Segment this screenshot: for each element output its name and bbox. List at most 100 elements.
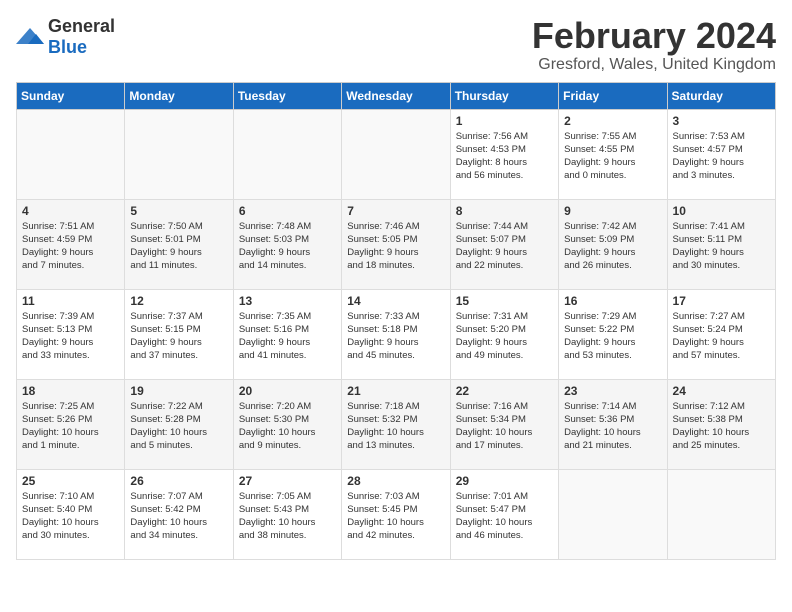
calendar-cell: 6 Sunrise: 7:48 AM Sunset: 5:03 PM Daylig…: [233, 199, 341, 289]
day-info: Sunrise: 7:10 AM Sunset: 5:40 PM Dayligh…: [22, 490, 119, 543]
day-info: Sunrise: 7:46 AM Sunset: 5:05 PM Dayligh…: [347, 220, 444, 273]
day-number: 15: [456, 294, 553, 308]
calendar-row: 18 Sunrise: 7:25 AM Sunset: 5:26 PM Dayli…: [17, 379, 776, 469]
day-number: 18: [22, 384, 119, 398]
calendar-cell: [559, 469, 667, 559]
day-info: Sunrise: 7:12 AM Sunset: 5:38 PM Dayligh…: [673, 400, 770, 453]
calendar-header-row: SundayMondayTuesdayWednesdayThursdayFrid…: [17, 82, 776, 109]
calendar-cell: 9Sunrise: 7:42 AM Sunset: 5:09 PM Daylig…: [559, 199, 667, 289]
day-info: Sunrise: 7:33 AM Sunset: 5:18 PM Dayligh…: [347, 310, 444, 363]
calendar-cell: 17 Sunrise: 7:27 AM Sunset: 5:24 PM Dayli…: [667, 289, 775, 379]
day-info: Sunrise: 7:37 AM Sunset: 5:15 PM Dayligh…: [130, 310, 227, 363]
day-info: Sunrise: 7:56 AM Sunset: 4:53 PM Dayligh…: [456, 130, 553, 183]
calendar-cell: 16 Sunrise: 7:29 AM Sunset: 5:22 PM Dayli…: [559, 289, 667, 379]
logo: General Blue: [16, 16, 115, 58]
day-info: Sunrise: 7:44 AM Sunset: 5:07 PM Dayligh…: [456, 220, 553, 273]
day-info: Sunrise: 7:05 AM Sunset: 5:43 PM Dayligh…: [239, 490, 336, 543]
month-title: February 2024: [532, 16, 776, 56]
calendar-table: SundayMondayTuesdayWednesdayThursdayFrid…: [16, 82, 776, 560]
day-info: Sunrise: 7:14 AM Sunset: 5:36 PM Dayligh…: [564, 400, 661, 453]
day-info: Sunrise: 7:53 AM Sunset: 4:57 PM Dayligh…: [673, 130, 770, 183]
calendar-cell: 18 Sunrise: 7:25 AM Sunset: 5:26 PM Dayli…: [17, 379, 125, 469]
day-number: 8: [456, 204, 553, 218]
day-number: 10: [673, 204, 770, 218]
calendar-cell: [233, 109, 341, 199]
calendar-cell: 24 Sunrise: 7:12 AM Sunset: 5:38 PM Dayli…: [667, 379, 775, 469]
calendar-cell: [125, 109, 233, 199]
day-info: Sunrise: 7:03 AM Sunset: 5:45 PM Dayligh…: [347, 490, 444, 543]
calendar-header-cell: Thursday: [450, 82, 558, 109]
day-number: 2: [564, 114, 661, 128]
logo-text-general: General: [48, 16, 115, 36]
calendar-row: 25 Sunrise: 7:10 AM Sunset: 5:40 PM Dayli…: [17, 469, 776, 559]
calendar-row: 11 Sunrise: 7:39 AM Sunset: 5:13 PM Dayli…: [17, 289, 776, 379]
day-number: 22: [456, 384, 553, 398]
calendar-cell: 23 Sunrise: 7:14 AM Sunset: 5:36 PM Dayli…: [559, 379, 667, 469]
day-info: Sunrise: 7:25 AM Sunset: 5:26 PM Dayligh…: [22, 400, 119, 453]
calendar-cell: 20Sunrise: 7:20 AM Sunset: 5:30 PM Dayli…: [233, 379, 341, 469]
day-number: 23: [564, 384, 661, 398]
calendar-header-cell: Friday: [559, 82, 667, 109]
calendar-row: 4 Sunrise: 7:51 AM Sunset: 4:59 PM Daylig…: [17, 199, 776, 289]
day-info: Sunrise: 7:51 AM Sunset: 4:59 PM Dayligh…: [22, 220, 119, 273]
location-title: Gresford, Wales, United Kingdom: [532, 56, 776, 74]
day-info: Sunrise: 7:42 AM Sunset: 5:09 PM Dayligh…: [564, 220, 661, 273]
calendar-header-cell: Wednesday: [342, 82, 450, 109]
calendar-cell: 26 Sunrise: 7:07 AM Sunset: 5:42 PM Dayli…: [125, 469, 233, 559]
day-number: 11: [22, 294, 119, 308]
day-info: Sunrise: 7:50 AM Sunset: 5:01 PM Dayligh…: [130, 220, 227, 273]
day-number: 5: [130, 204, 227, 218]
calendar-header-cell: Sunday: [17, 82, 125, 109]
calendar-cell: 28 Sunrise: 7:03 AM Sunset: 5:45 PM Dayli…: [342, 469, 450, 559]
logo-text-blue: Blue: [48, 37, 87, 57]
day-info: Sunrise: 7:29 AM Sunset: 5:22 PM Dayligh…: [564, 310, 661, 363]
day-number: 14: [347, 294, 444, 308]
day-number: 6: [239, 204, 336, 218]
calendar-cell: 7 Sunrise: 7:46 AM Sunset: 5:05 PM Daylig…: [342, 199, 450, 289]
calendar-cell: 2 Sunrise: 7:55 AM Sunset: 4:55 PM Daylig…: [559, 109, 667, 199]
calendar-cell: [667, 469, 775, 559]
calendar-cell: 29 Sunrise: 7:01 AM Sunset: 5:47 PM Dayli…: [450, 469, 558, 559]
day-info: Sunrise: 7:48 AM Sunset: 5:03 PM Dayligh…: [239, 220, 336, 273]
calendar-header-cell: Saturday: [667, 82, 775, 109]
calendar-cell: 12 Sunrise: 7:37 AM Sunset: 5:15 PM Dayli…: [125, 289, 233, 379]
calendar-cell: 15 Sunrise: 7:31 AM Sunset: 5:20 PM Dayli…: [450, 289, 558, 379]
calendar-cell: 3Sunrise: 7:53 AM Sunset: 4:57 PM Daylig…: [667, 109, 775, 199]
page-header: General Blue February 2024 Gresford, Wal…: [16, 16, 776, 74]
day-info: Sunrise: 7:01 AM Sunset: 5:47 PM Dayligh…: [456, 490, 553, 543]
calendar-cell: 27 Sunrise: 7:05 AM Sunset: 5:43 PM Dayli…: [233, 469, 341, 559]
day-number: 28: [347, 474, 444, 488]
day-number: 25: [22, 474, 119, 488]
logo-icon: [16, 26, 44, 48]
day-number: 26: [130, 474, 227, 488]
day-number: 20: [239, 384, 336, 398]
day-number: 17: [673, 294, 770, 308]
day-number: 24: [673, 384, 770, 398]
calendar-cell: 14 Sunrise: 7:33 AM Sunset: 5:18 PM Dayli…: [342, 289, 450, 379]
calendar-cell: 22Sunrise: 7:16 AM Sunset: 5:34 PM Dayli…: [450, 379, 558, 469]
calendar-header-cell: Monday: [125, 82, 233, 109]
day-info: Sunrise: 7:55 AM Sunset: 4:55 PM Dayligh…: [564, 130, 661, 183]
day-number: 4: [22, 204, 119, 218]
day-number: 12: [130, 294, 227, 308]
calendar-cell: 10Sunrise: 7:41 AM Sunset: 5:11 PM Dayli…: [667, 199, 775, 289]
day-number: 1: [456, 114, 553, 128]
calendar-cell: [342, 109, 450, 199]
calendar-header-cell: Tuesday: [233, 82, 341, 109]
day-info: Sunrise: 7:22 AM Sunset: 5:28 PM Dayligh…: [130, 400, 227, 453]
day-number: 7: [347, 204, 444, 218]
calendar-cell: 11 Sunrise: 7:39 AM Sunset: 5:13 PM Dayli…: [17, 289, 125, 379]
day-info: Sunrise: 7:35 AM Sunset: 5:16 PM Dayligh…: [239, 310, 336, 363]
day-number: 13: [239, 294, 336, 308]
day-info: Sunrise: 7:31 AM Sunset: 5:20 PM Dayligh…: [456, 310, 553, 363]
day-number: 27: [239, 474, 336, 488]
day-info: Sunrise: 7:39 AM Sunset: 5:13 PM Dayligh…: [22, 310, 119, 363]
day-info: Sunrise: 7:27 AM Sunset: 5:24 PM Dayligh…: [673, 310, 770, 363]
day-number: 16: [564, 294, 661, 308]
day-info: Sunrise: 7:07 AM Sunset: 5:42 PM Dayligh…: [130, 490, 227, 543]
day-number: 29: [456, 474, 553, 488]
calendar-cell: 1 Sunrise: 7:56 AM Sunset: 4:53 PM Daylig…: [450, 109, 558, 199]
title-area: February 2024 Gresford, Wales, United Ki…: [532, 16, 776, 74]
calendar-row: 1 Sunrise: 7:56 AM Sunset: 4:53 PM Daylig…: [17, 109, 776, 199]
calendar-cell: 25 Sunrise: 7:10 AM Sunset: 5:40 PM Dayli…: [17, 469, 125, 559]
